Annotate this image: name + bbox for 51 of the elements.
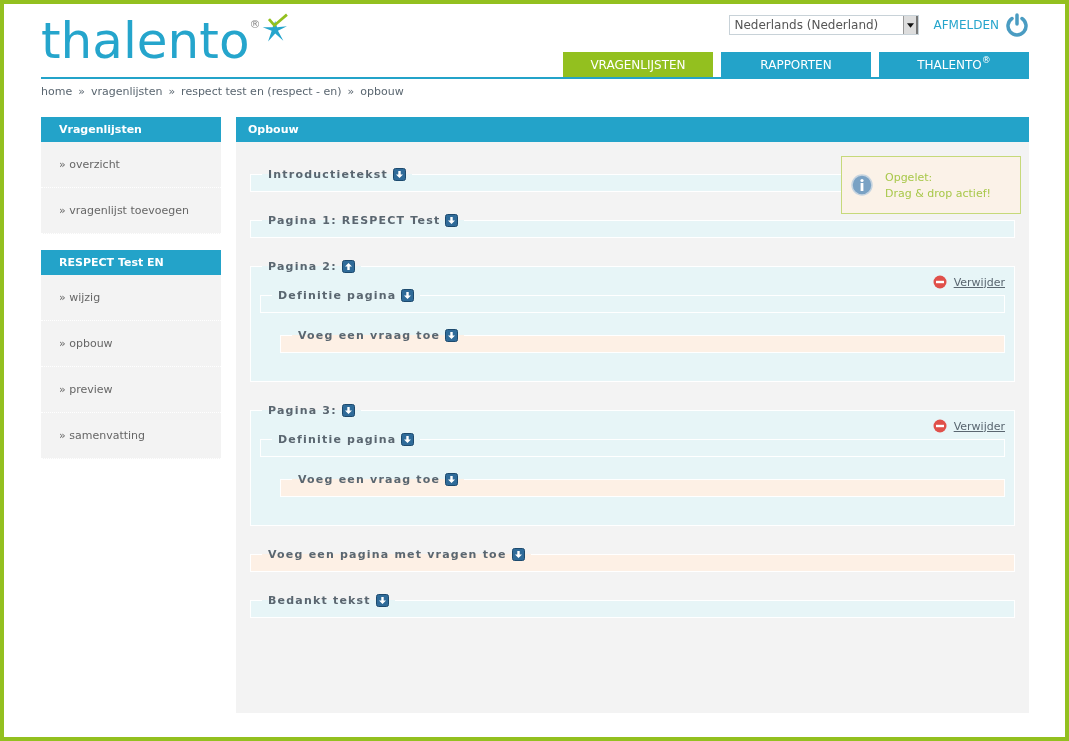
logo-text: thalento (41, 11, 250, 72)
remove-icon[interactable] (932, 275, 947, 289)
delete-link[interactable]: Verwijder (953, 419, 1005, 433)
panel-heading: Opbouw (236, 117, 1029, 142)
breadcrumb-separator: » (78, 85, 85, 100)
sidebar-item[interactable]: » wijzig (41, 275, 221, 321)
logout-link[interactable]: AFMELDEN (933, 18, 999, 32)
section-title: Definitie pagina (278, 433, 397, 446)
breadcrumb-link[interactable]: opbouw (360, 85, 404, 105)
delete-link[interactable]: Verwijder (953, 275, 1005, 289)
power-icon[interactable] (1005, 13, 1029, 37)
info-icon (851, 174, 873, 196)
language-select[interactable]: Nederlands (Nederland) (729, 15, 920, 35)
section-title: Pagina 1: RESPECT Test (268, 214, 441, 227)
breadcrumb-link[interactable]: home (41, 85, 73, 105)
toggle-arrow-icon[interactable] (445, 214, 459, 227)
remove-icon[interactable] (932, 419, 947, 433)
toggle-arrow-icon[interactable] (375, 594, 389, 607)
sidebar-heading: RESPECT Test EN (41, 250, 221, 275)
notice-text: Opgelet: (885, 170, 934, 184)
breadcrumb-separator: » (168, 85, 176, 100)
sidebar-item[interactable]: » preview (41, 367, 221, 413)
registered-mark: ® (249, 18, 261, 31)
breadcrumb-separator: » (347, 85, 355, 100)
section-title: Pagina 2: (268, 260, 337, 273)
section-title: Voeg een vraag toe (298, 473, 441, 486)
nav-tab[interactable]: RAPPORTEN (721, 52, 871, 77)
sidebar-item[interactable]: » vragenlijst toevoegen (41, 188, 221, 234)
section-title: Voeg een vraag toe (298, 329, 441, 342)
toggle-arrow-icon[interactable] (392, 168, 406, 181)
breadcrumb-link[interactable]: respect test en (respect - en) (181, 85, 342, 105)
sidebar-item[interactable]: » samenvatting (41, 413, 221, 459)
section-title: Definitie pagina (278, 289, 397, 302)
nav-tab[interactable]: THALENTO$^{®}$ (879, 52, 1029, 77)
sidebar-item[interactable]: » opbouw (41, 321, 221, 367)
toggle-arrow-icon[interactable] (445, 473, 459, 486)
toggle-arrow-icon[interactable] (511, 548, 525, 561)
toggle-arrow-icon[interactable] (341, 260, 355, 273)
section-title: Introductietekst (268, 168, 388, 181)
section-title: Pagina 3: (268, 404, 337, 417)
sidebar-item[interactable]: » overzicht (41, 142, 221, 188)
toggle-arrow-icon[interactable] (445, 329, 459, 342)
toggle-arrow-icon[interactable] (401, 433, 415, 446)
section-title: Voeg een pagina met vragen toe (268, 548, 507, 561)
toggle-arrow-icon[interactable] (341, 404, 355, 417)
breadcrumb-link[interactable]: vragenlijsten (90, 85, 163, 105)
notice-text: Drag & drop actief! (885, 186, 991, 200)
sidebar-heading: Vragenlijsten (41, 117, 221, 142)
dropdown-caret-icon (906, 22, 914, 28)
section-title: Bedankt tekst (268, 594, 371, 607)
toggle-arrow-icon[interactable] (401, 289, 415, 302)
